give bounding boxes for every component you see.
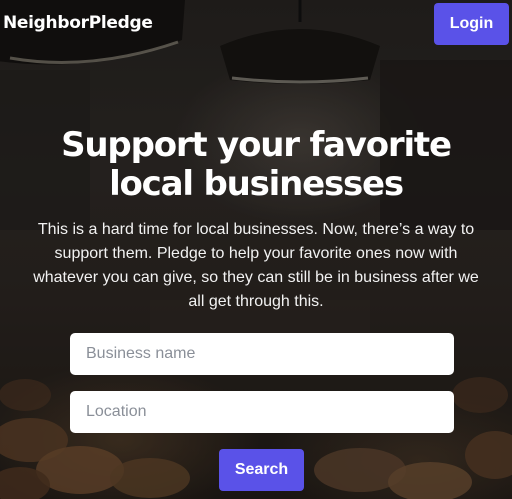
login-button[interactable]: Login <box>434 3 509 45</box>
location-input[interactable] <box>70 391 454 433</box>
business-name-input[interactable] <box>70 333 454 375</box>
hero-description: This is a hard time for local businesses… <box>33 221 479 310</box>
search-button[interactable]: Search <box>219 449 304 491</box>
brand-logo[interactable]: NeighborPledge <box>3 13 153 33</box>
hero-headline: Support your favorite local businesses <box>61 125 452 204</box>
